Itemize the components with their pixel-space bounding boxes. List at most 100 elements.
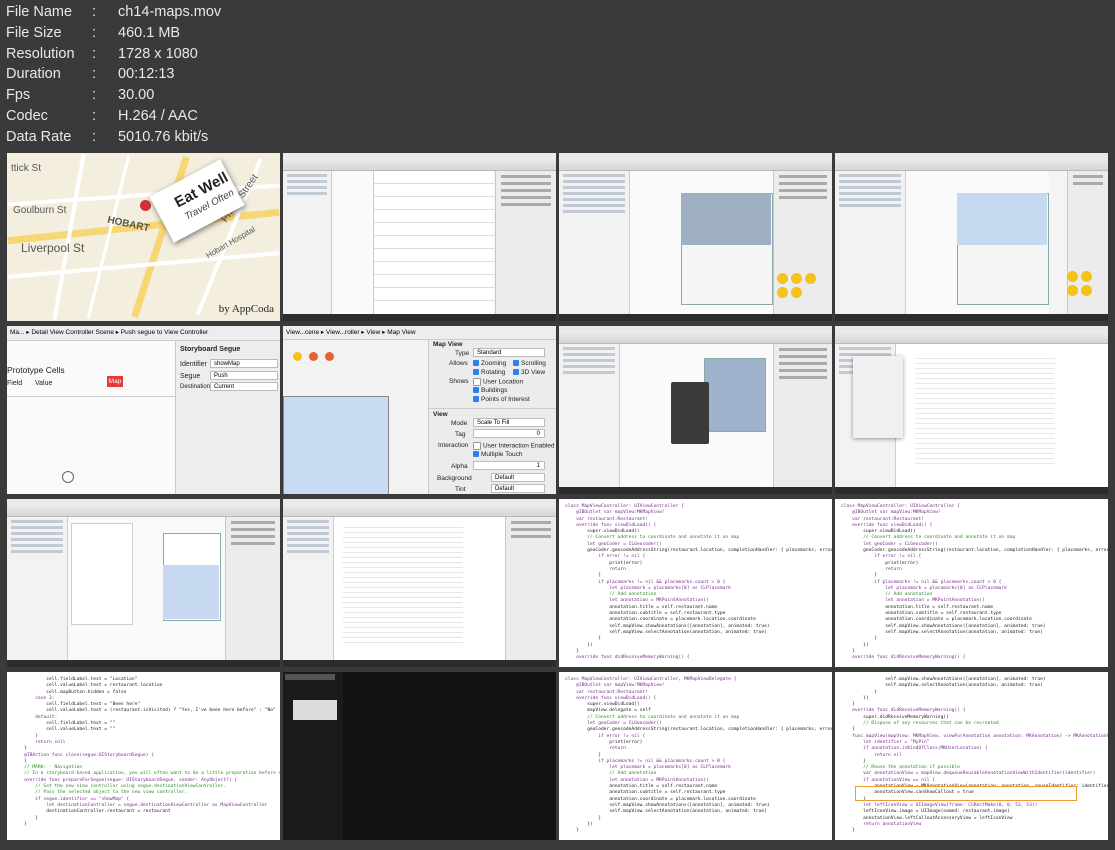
- file-info-key: File Size: [6, 24, 62, 41]
- thumbnail-title-card[interactable]: ttick St Goulburn St Liverpool St HOBART…: [7, 153, 280, 321]
- thumbnail-xcode-code[interactable]: [283, 499, 556, 667]
- alpha-field[interactable]: 1: [473, 461, 545, 470]
- background-label: Background: [437, 475, 472, 482]
- street-label: Goulburn St: [13, 205, 67, 216]
- background-select[interactable]: Default: [491, 473, 545, 482]
- allows-scrolling-checkbox[interactable]: Scrolling: [513, 360, 546, 367]
- tint-select[interactable]: Default: [491, 484, 545, 493]
- thumbnail-code-mapview-delegate[interactable]: class MapViewController: UIViewControlle…: [559, 672, 832, 840]
- file-info-separator: :: [92, 24, 97, 41]
- code-line: }: [841, 828, 855, 834]
- code-editor[interactable]: class MapViewController: UIViewControlle…: [559, 499, 832, 667]
- highlight-box: [855, 786, 1077, 801]
- identifier-label: Identifier: [180, 361, 207, 368]
- thumbnail-xcode-storyboard-3[interactable]: [7, 499, 280, 667]
- destination-select[interactable]: Current: [210, 382, 278, 391]
- project-navigator: [283, 171, 332, 314]
- file-info-key: File Name: [6, 4, 73, 20]
- attributes-inspector: Map View Type Standard Allows Zooming Sc…: [428, 340, 556, 494]
- inspector-title: Storyboard Segue: [180, 346, 241, 353]
- thumbnail-mapview-inspector[interactable]: View...cene ▸ View...roller ▸ View ▸ Map…: [283, 326, 556, 494]
- value-label: Value: [35, 380, 53, 387]
- connections-popup: [671, 382, 709, 444]
- tag-field[interactable]: 0: [473, 429, 545, 438]
- interaction-label: Interaction: [438, 442, 469, 449]
- thumbnail-xcode-context-menu[interactable]: [835, 326, 1108, 494]
- type-label: Type: [455, 350, 470, 357]
- code-line: geoCoder.geocodeAddressString(restaurant…: [565, 727, 832, 733]
- context-menu: [853, 356, 903, 438]
- destination-label: Destination: [180, 384, 211, 390]
- thumbnail-xcode-connections[interactable]: [559, 326, 832, 494]
- panel-title: Map View: [433, 341, 463, 348]
- code-editor[interactable]: cell.fieldLabel.text = "Location" cell.v…: [7, 672, 280, 840]
- file-info-key: Duration: [6, 66, 61, 83]
- type-select[interactable]: Standard: [473, 348, 545, 357]
- field-label: Field: [7, 380, 23, 387]
- map-image: ttick St Goulburn St Liverpool St HOBART…: [7, 153, 280, 321]
- identifier-field[interactable]: showMap: [210, 359, 278, 368]
- file-info-value: 460.1 MB: [118, 24, 181, 41]
- map-pin-icon: [140, 200, 151, 211]
- tint-label: Tint: [455, 486, 466, 493]
- file-info-key: Codec: [6, 107, 48, 124]
- file-info-key: Data Rate: [6, 128, 72, 145]
- thumbnail-xcode-object-library[interactable]: [283, 153, 556, 321]
- thumbnail-code-annotation-view[interactable]: self.mapView.showAnnotations([annotation…: [835, 672, 1108, 840]
- storyboard-canvas: [283, 340, 427, 494]
- file-info-value: 30.00: [118, 87, 155, 104]
- thumbnail-code-mapview-1[interactable]: class MapViewController: UIViewControlle…: [559, 499, 832, 667]
- allows-3d-checkbox[interactable]: 3D View: [513, 369, 545, 376]
- attributes-inspector: Storyboard Segue Identifier showMap Segu…: [175, 341, 280, 494]
- file-info-separator: :: [92, 4, 97, 20]
- code-line: var annotationView = mapView.dequeueReus…: [841, 771, 1096, 777]
- shows-poi-checkbox[interactable]: Points of Interest: [473, 396, 530, 403]
- user-interaction-checkbox[interactable]: User Interaction Enabled: [473, 442, 555, 450]
- multiple-touch-checkbox[interactable]: Multiple Touch: [473, 451, 522, 458]
- allows-rotating-checkbox[interactable]: Rotating: [473, 369, 505, 376]
- object-library-list: [373, 171, 494, 314]
- alpha-label: Alpha: [451, 463, 468, 470]
- file-info-separator: :: [92, 128, 97, 145]
- tag-label: Tag: [455, 431, 466, 438]
- code-editor[interactable]: class MapViewController: UIViewControlle…: [835, 499, 1108, 667]
- breadcrumb[interactable]: Ma... ▸ Detail View Controller Scene ▸ P…: [7, 326, 280, 341]
- segue-label: Segue: [180, 373, 201, 380]
- file-info-value: 1728 x 1080: [118, 45, 198, 62]
- file-info-separator: :: [92, 45, 97, 62]
- file-info-key: Resolution: [6, 45, 75, 62]
- thumbnail-code-mapview-2[interactable]: class MapViewController: UIViewControlle…: [835, 499, 1108, 667]
- mode-label: Mode: [451, 420, 468, 427]
- mode-select[interactable]: Scale To Fill: [473, 418, 545, 427]
- brand-label: by AppCoda: [218, 303, 274, 315]
- thumbnail-xcode-storyboard-1[interactable]: [559, 153, 832, 321]
- file-info-separator: :: [92, 66, 97, 83]
- shows-buildings-checkbox[interactable]: Buildings: [473, 387, 507, 394]
- thumbnail-code-prepare-segue[interactable]: cell.fieldLabel.text = "Location" cell.v…: [7, 672, 280, 840]
- shows-user-location-checkbox[interactable]: User Location: [473, 378, 523, 386]
- allows-zooming-checkbox[interactable]: Zooming: [473, 360, 506, 367]
- thumbnail-simulator[interactable]: [283, 672, 556, 840]
- file-info-value: ch14-maps.mov: [118, 4, 222, 20]
- map-button[interactable]: Map: [107, 376, 123, 387]
- file-info-value: 00:12:13: [118, 66, 175, 83]
- code-line: }: [565, 828, 579, 834]
- file-info-value: H.264 / AAC: [118, 107, 198, 124]
- file-info-key: Fps: [6, 87, 31, 104]
- breadcrumb[interactable]: View...cene ▸ View...roller ▸ View ▸ Map…: [283, 326, 556, 340]
- prototype-cells-label: Prototype Cells: [7, 365, 65, 375]
- code-line: }: [13, 821, 27, 827]
- file-info-separator: :: [92, 87, 97, 104]
- segue-select[interactable]: Push: [210, 371, 278, 380]
- street-label: Liverpool St: [21, 241, 85, 255]
- view-section: View: [433, 411, 448, 418]
- code-line: override func didReceiveMemoryWarning() …: [841, 655, 966, 661]
- code-editor[interactable]: self.mapView.showAnnotations([annotation…: [835, 672, 1108, 840]
- allows-label: Allows: [449, 360, 468, 367]
- storyboard-canvas: Prototype Cells Field Value Map: [7, 341, 175, 494]
- code-line: cell.valueLabel.text = (restaurant.isVis…: [13, 708, 276, 714]
- thumbnail-segue-inspector[interactable]: Ma... ▸ Detail View Controller Scene ▸ P…: [7, 326, 280, 494]
- street-label: ttick St: [11, 163, 42, 174]
- thumbnail-xcode-storyboard-2[interactable]: [835, 153, 1108, 321]
- code-editor[interactable]: class MapViewController: UIViewControlle…: [559, 672, 832, 840]
